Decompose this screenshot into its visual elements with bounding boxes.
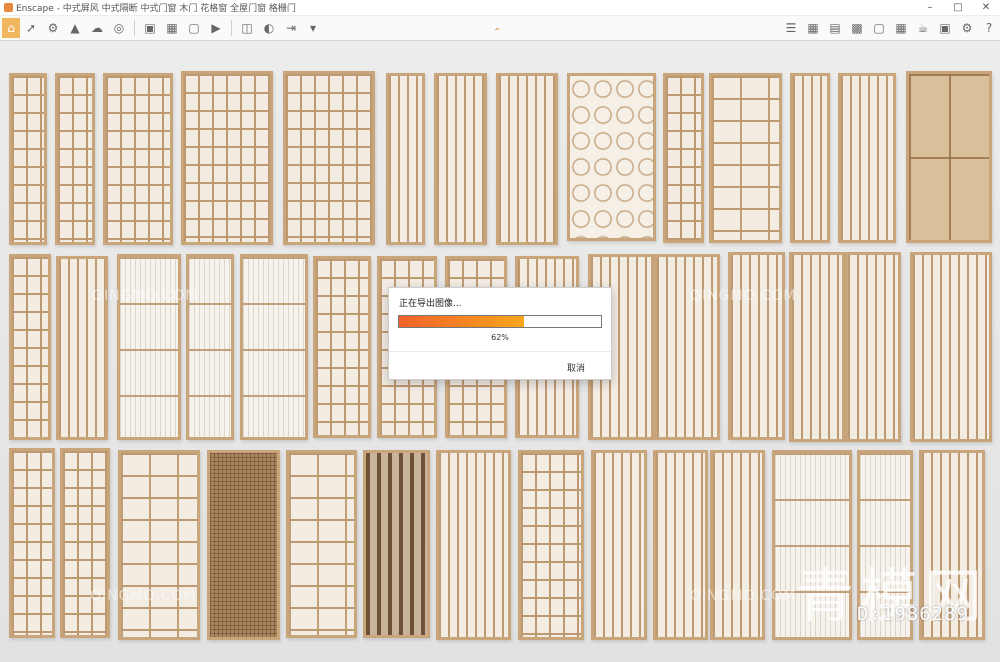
mountain-icon[interactable]: ▲ bbox=[64, 18, 86, 38]
door-panel bbox=[845, 252, 901, 442]
door-panel bbox=[567, 73, 656, 241]
door-panel bbox=[55, 73, 95, 245]
cancel-button[interactable]: 取消 bbox=[567, 361, 585, 374]
door-panel bbox=[838, 73, 896, 243]
door-panel bbox=[386, 73, 425, 245]
save-view-icon[interactable]: ▦ bbox=[161, 18, 183, 38]
enscape-logo-icon bbox=[4, 3, 13, 12]
asset-icon[interactable]: ⚙ bbox=[42, 18, 64, 38]
door-panel bbox=[9, 448, 55, 638]
vr-icon[interactable]: ▣ bbox=[934, 18, 956, 38]
maximize-icon[interactable]: □ bbox=[944, 2, 972, 13]
box-icon[interactable]: ▢ bbox=[868, 18, 890, 38]
title-bar: Enscape - 中式屏风 中式隔断 中式门窗 木门 花格窗 全屋门窗 格栅门… bbox=[0, 0, 1000, 16]
door-panel bbox=[283, 71, 375, 245]
watermark-text: QINGMO.COM bbox=[690, 588, 797, 604]
cloud-icon[interactable]: ☁ bbox=[86, 18, 108, 38]
collapse-chevron-icon[interactable]: ⌃ bbox=[493, 27, 501, 38]
list-icon[interactable]: ☰ bbox=[780, 18, 802, 38]
watermark-text: QINGMO.COM bbox=[90, 588, 197, 604]
close-icon[interactable]: ✕ bbox=[972, 2, 1000, 13]
door-panel bbox=[181, 71, 273, 245]
door-panel bbox=[60, 448, 110, 638]
cube-icon[interactable]: ▣ bbox=[139, 18, 161, 38]
window-title: Enscape - 中式屏风 中式隔断 中式门窗 木门 花格窗 全屋门窗 格栅门 bbox=[16, 4, 296, 14]
monitor-icon[interactable]: ▤ bbox=[824, 18, 846, 38]
dialog-title: 正在导出图像... bbox=[399, 299, 462, 309]
door-panel bbox=[436, 450, 511, 640]
door-panel bbox=[709, 73, 782, 243]
toolbar-divider bbox=[134, 20, 135, 36]
cup-icon[interactable]: ☕ bbox=[912, 18, 934, 38]
door-panel bbox=[117, 254, 181, 440]
door-panel bbox=[910, 252, 992, 442]
door-panel bbox=[710, 450, 765, 640]
door-panel bbox=[103, 73, 173, 245]
export-progress-dialog: 正在导出图像... 62% 取消 bbox=[388, 287, 612, 380]
door-panel bbox=[728, 252, 785, 440]
export-icon[interactable]: ⇥ bbox=[280, 18, 302, 38]
door-panel bbox=[56, 256, 108, 440]
door-panel bbox=[186, 254, 234, 440]
watermark-text: QINGMO.COM bbox=[92, 288, 199, 304]
library-icon[interactable]: ▦ bbox=[890, 18, 912, 38]
door-panel bbox=[663, 73, 704, 243]
door-panel bbox=[207, 450, 280, 640]
door-panel bbox=[591, 450, 647, 640]
door-panel bbox=[9, 73, 47, 245]
watermark-id: D:1986289 bbox=[857, 603, 969, 625]
display-icon[interactable]: ▩ bbox=[846, 18, 868, 38]
cursor-icon[interactable]: ➚ bbox=[20, 18, 42, 38]
door-panel bbox=[9, 254, 51, 440]
door-panel bbox=[286, 450, 357, 638]
render-icon[interactable]: ◐ bbox=[258, 18, 280, 38]
home-icon[interactable]: ⌂ bbox=[2, 18, 20, 38]
video-icon[interactable]: ▶ bbox=[205, 18, 227, 38]
settings-gear-icon[interactable]: ⚙ bbox=[956, 18, 978, 38]
progress-bar-fill bbox=[399, 316, 525, 327]
door-panel bbox=[496, 73, 558, 245]
dialog-divider bbox=[389, 351, 611, 352]
watermark-text: QINGMO.COM bbox=[690, 288, 797, 304]
door-panel bbox=[363, 450, 430, 638]
door-panel bbox=[653, 450, 708, 640]
door-panel bbox=[654, 254, 720, 440]
progress-bar bbox=[398, 315, 602, 328]
door-panel bbox=[313, 256, 371, 438]
door-panel bbox=[434, 73, 487, 245]
toolbar-divider bbox=[231, 20, 232, 36]
door-panel bbox=[518, 450, 584, 640]
panorama-icon[interactable]: ◫ bbox=[236, 18, 258, 38]
minimize-icon[interactable]: – bbox=[916, 2, 944, 13]
door-panel bbox=[790, 73, 830, 243]
settings-icon[interactable]: ▾ bbox=[302, 18, 324, 38]
sky-icon[interactable]: ◎ bbox=[108, 18, 130, 38]
door-panel bbox=[789, 252, 845, 442]
door-panel bbox=[240, 254, 308, 440]
screenshot-icon[interactable]: ▢ bbox=[183, 18, 205, 38]
door-panel bbox=[906, 71, 992, 243]
door-panel bbox=[118, 450, 200, 640]
grid-icon[interactable]: ▦ bbox=[802, 18, 824, 38]
help-icon[interactable]: ? bbox=[978, 18, 1000, 38]
progress-percent: 62% bbox=[491, 333, 509, 342]
